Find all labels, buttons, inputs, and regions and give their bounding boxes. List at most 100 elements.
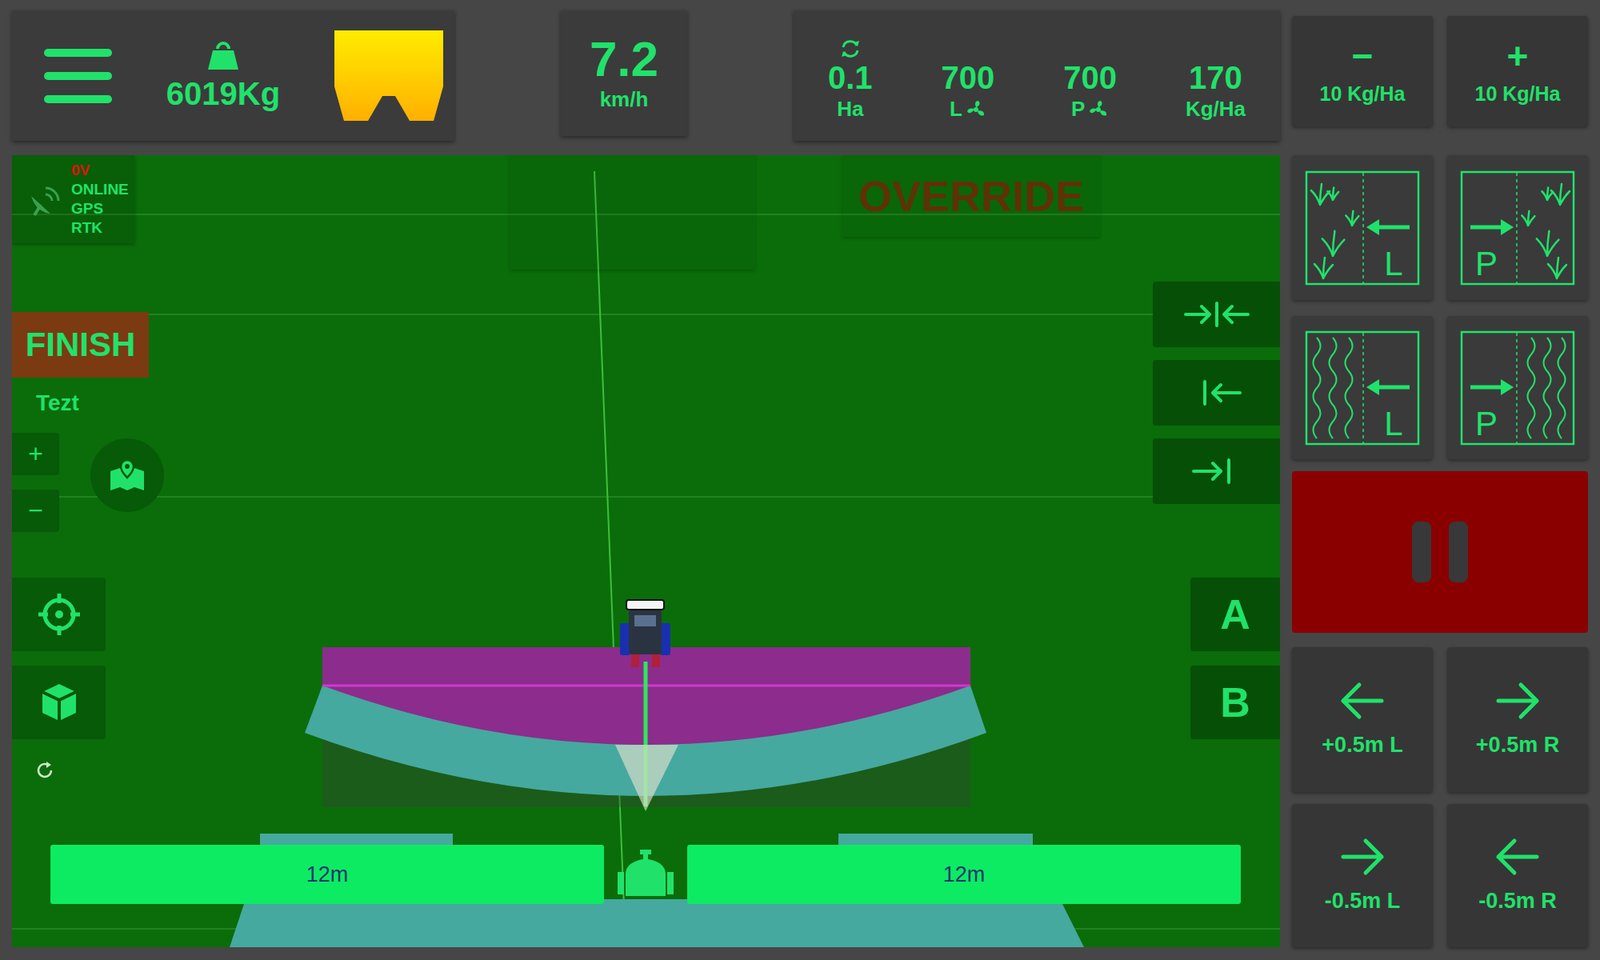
- width-buttons: -0.5m L -0.5m R: [1292, 804, 1588, 948]
- wave-right-icon: P: [1459, 329, 1576, 447]
- status-line: 0V: [71, 160, 129, 180]
- border-buttons: LP: [1292, 316, 1588, 460]
- stat-label: Kg/Ha: [1185, 96, 1246, 122]
- map-layers-button[interactable]: [90, 438, 164, 512]
- center-view-button[interactable]: [12, 577, 106, 652]
- ab-line-button[interactable]: A: [1190, 577, 1280, 652]
- status-line: GPS: [71, 199, 129, 219]
- stat-value: 0.1: [828, 60, 873, 96]
- finish-button[interactable]: FINISH: [12, 312, 149, 378]
- stat-label: Ha: [836, 96, 864, 122]
- tractor-icon: [620, 600, 671, 668]
- border-spread-button[interactable]: P: [1447, 316, 1588, 460]
- speed-value: 7.2: [589, 34, 659, 84]
- border-spread-button[interactable]: L: [1292, 316, 1433, 460]
- hopper-level-icon: [334, 30, 444, 121]
- stat-label: P: [1071, 96, 1109, 122]
- svg-text:L: L: [1384, 404, 1403, 443]
- stat-item: 700 L: [941, 60, 996, 122]
- weight-display: 6019Kg: [112, 39, 335, 112]
- control-column: − 10 Kg/Ha+ 10 Kg/Ha LP LP +0.5m L +0.5m…: [1292, 0, 1588, 960]
- left-arrow-icon: [1493, 837, 1542, 876]
- refresh-icon[interactable]: [34, 760, 56, 781]
- boom-sections: 12m 12m: [50, 844, 1241, 904]
- left-edge-arrow-icon: [1180, 455, 1253, 488]
- rate-button[interactable]: + 10 Kg/Ha: [1447, 16, 1588, 127]
- right-arrow-icon: [1493, 681, 1542, 720]
- info-panel: [509, 155, 756, 270]
- guidance-button[interactable]: [1152, 281, 1280, 348]
- hopper-panel: 6019Kg: [12, 10, 455, 141]
- guidance-buttons: [1152, 281, 1280, 504]
- rate-sign: +: [1507, 37, 1529, 75]
- width-button[interactable]: -0.5m R: [1447, 804, 1588, 948]
- top-bar: 6019Kg 7.2 km/h 0.1 Ha 700 L 700 P 170 K…: [12, 10, 1280, 141]
- stat-value: 700: [1063, 60, 1117, 96]
- gps-status: 0VONLINEGPSRTK: [12, 155, 135, 244]
- stat-label: L: [949, 96, 987, 122]
- reset-area-icon[interactable]: [839, 39, 862, 59]
- right-arrow-icon: [1338, 837, 1387, 876]
- stat-item: 0.1 Ha: [828, 39, 873, 122]
- zoom-button[interactable]: −: [12, 489, 60, 532]
- heading-cone: [615, 744, 679, 812]
- boom-section[interactable]: 12m: [687, 844, 1241, 904]
- width-label: +0.5m R: [1476, 732, 1560, 758]
- field-name: Tezt: [36, 390, 80, 416]
- override-indicator: OVERRIDE: [842, 155, 1100, 237]
- map-pin-icon: [108, 458, 146, 492]
- center-arrow-icon: [1180, 298, 1253, 331]
- stat-item: 170 Kg/Ha: [1185, 60, 1246, 122]
- rate-label: 10 Kg/Ha: [1320, 82, 1406, 106]
- field-map[interactable]: 0VONLINEGPSRTK OVERRIDE FINISH Tezt + − A…: [12, 155, 1280, 948]
- width-button[interactable]: +0.5m R: [1447, 647, 1588, 792]
- border-spread-button[interactable]: L: [1292, 155, 1433, 300]
- main-area: 6019Kg 7.2 km/h 0.1 Ha 700 L 700 P 170 K…: [0, 0, 1280, 960]
- boom-section[interactable]: 12m: [50, 844, 604, 904]
- stat-value: 170: [1188, 60, 1243, 96]
- pause-button[interactable]: [1292, 471, 1588, 633]
- map-canvas: [12, 155, 1280, 948]
- border-buttons: LP: [1292, 155, 1588, 300]
- menu-icon[interactable]: [44, 47, 112, 105]
- svg-text:P: P: [1475, 404, 1498, 443]
- svg-text:P: P: [1475, 244, 1498, 283]
- border-spread-button[interactable]: P: [1447, 155, 1588, 300]
- spreader-screen: 6019Kg 7.2 km/h 0.1 Ha 700 L 700 P 170 K…: [0, 0, 1600, 960]
- spinner-fan-icon: [1088, 99, 1109, 120]
- rate-sign: −: [1352, 37, 1374, 75]
- 3d-view-button[interactable]: [12, 665, 106, 740]
- satellite-dish-icon: [26, 180, 65, 219]
- grass-left-icon: L: [1304, 169, 1421, 287]
- left-arrow-icon: [1338, 681, 1387, 720]
- right-edge-arrow-icon: [1180, 376, 1253, 409]
- spinner-fan-icon: [965, 99, 987, 120]
- stats-panel: 0.1 Ha 700 L 700 P 170 Kg/Ha: [793, 10, 1280, 141]
- width-label: -0.5m L: [1324, 888, 1401, 914]
- valve-icon[interactable]: [617, 848, 674, 901]
- guidance-button[interactable]: [1152, 360, 1280, 426]
- width-label: -0.5m R: [1478, 888, 1557, 914]
- width-label: +0.5m L: [1321, 732, 1403, 758]
- pause-bar: [1448, 521, 1468, 583]
- speed-panel: 7.2 km/h: [560, 10, 688, 136]
- status-line: ONLINE: [71, 180, 129, 200]
- speed-unit: km/h: [600, 87, 649, 112]
- width-button[interactable]: +0.5m L: [1292, 647, 1433, 792]
- weight-value: 6019Kg: [166, 76, 280, 112]
- rate-button[interactable]: − 10 Kg/Ha: [1292, 16, 1433, 127]
- pause-bar: [1412, 521, 1432, 583]
- crosshair-icon: [36, 592, 82, 637]
- status-line: RTK: [71, 218, 129, 238]
- zoom-button[interactable]: +: [12, 432, 60, 476]
- stat-item: 700 P: [1063, 60, 1117, 122]
- width-button[interactable]: -0.5m L: [1292, 804, 1433, 948]
- weight-bag-icon: [206, 39, 240, 72]
- grass-right-icon: P: [1459, 169, 1576, 287]
- stat-value: 700: [941, 60, 996, 96]
- ab-line-button[interactable]: B: [1190, 665, 1280, 740]
- guidance-button[interactable]: [1152, 438, 1280, 504]
- width-buttons: +0.5m L +0.5m R: [1292, 647, 1588, 792]
- svg-text:L: L: [1384, 244, 1403, 283]
- wave-left-icon: L: [1304, 329, 1421, 447]
